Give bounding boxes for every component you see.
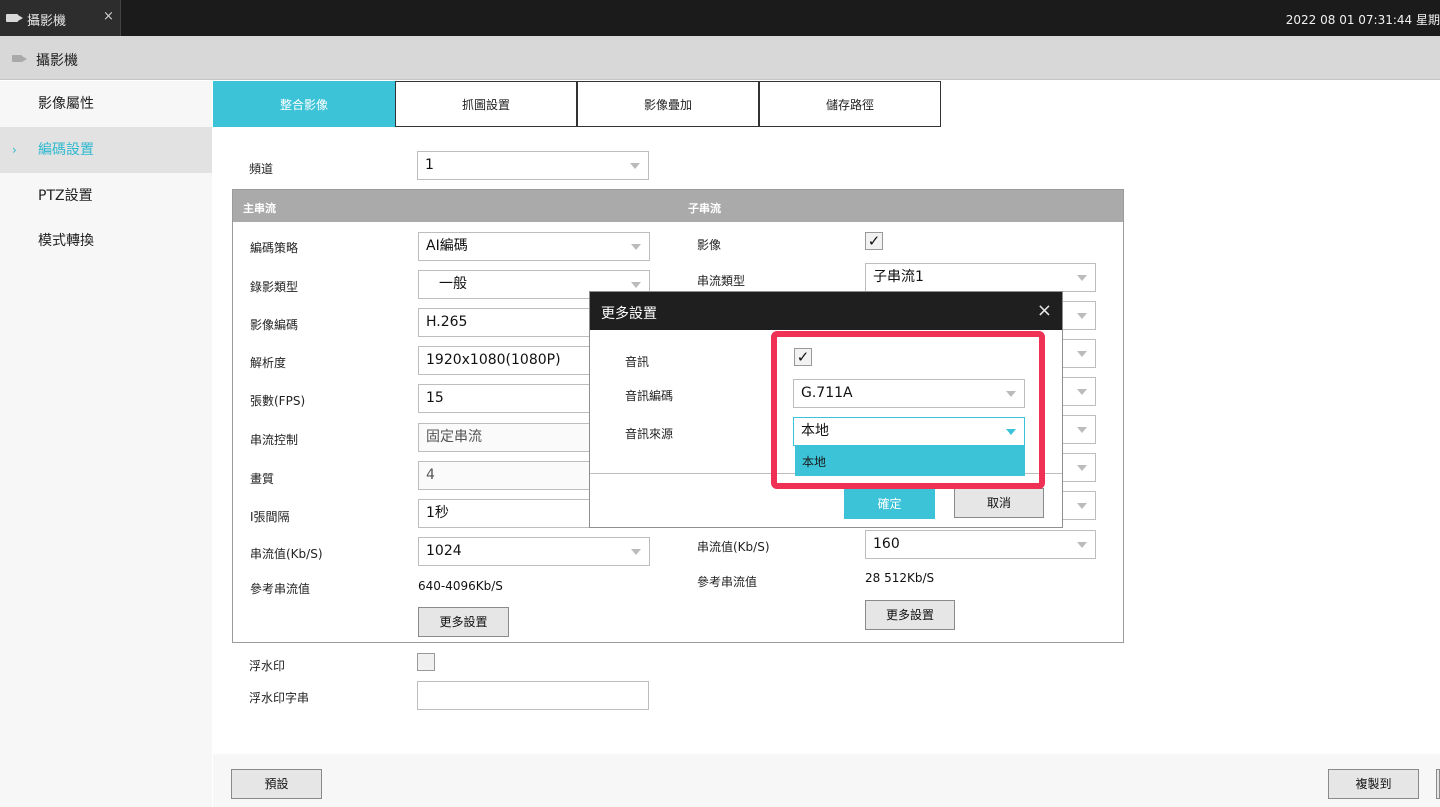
fps-value: 15 bbox=[426, 390, 444, 406]
watermark-text-input[interactable] bbox=[417, 681, 649, 710]
chevron-down-icon bbox=[1077, 542, 1087, 548]
dialog-header: 更多設置 × bbox=[590, 292, 1062, 330]
chevron-down-icon bbox=[1077, 503, 1087, 509]
camera-icon bbox=[12, 55, 27, 62]
cancel-button[interactable]: 取消 bbox=[954, 488, 1044, 518]
chevron-down-icon bbox=[631, 549, 641, 555]
tab-video-overlay[interactable]: 影像疊加 bbox=[577, 81, 759, 127]
main-stream-title: 主串流 bbox=[243, 202, 276, 215]
sub-stream-type-value: 子串流1 bbox=[873, 269, 924, 285]
watermark-checkbox[interactable] bbox=[417, 653, 435, 671]
video-encoding-label: 影像編碼 bbox=[250, 318, 299, 332]
channel-label: 頻道 bbox=[249, 162, 274, 176]
sidebar-item-mode-switch[interactable]: 模式轉換 bbox=[0, 218, 212, 264]
tab-integrated-video[interactable]: 整合影像 bbox=[213, 81, 395, 127]
encoding-strategy-label: 編碼策略 bbox=[250, 241, 299, 255]
chevron-down-icon bbox=[1077, 275, 1087, 281]
chevron-down-icon bbox=[631, 244, 641, 250]
sidebar-item-ptz-settings[interactable]: PTZ設置 bbox=[0, 173, 212, 219]
sub-bitrate-value: 160 bbox=[873, 536, 900, 552]
record-type-value: 一般 bbox=[439, 276, 467, 292]
extra-button[interactable] bbox=[1436, 769, 1440, 799]
fps-label: 張數(FPS) bbox=[250, 394, 306, 408]
audio-label: 音訊 bbox=[625, 355, 650, 369]
sidebar-item-image-properties[interactable]: 影像屬性 bbox=[0, 81, 212, 127]
bitrate-control-label: 串流控制 bbox=[250, 433, 299, 447]
window-tab[interactable]: 攝影機 × bbox=[0, 0, 121, 36]
page-title: 攝影機 bbox=[36, 53, 78, 69]
sub-ref-bitrate-value: 28 512Kb/S bbox=[865, 571, 935, 585]
bitrate-value: 1024 bbox=[426, 543, 462, 559]
chevron-down-icon bbox=[630, 163, 640, 169]
record-type-label: 錄影類型 bbox=[250, 280, 299, 294]
tab-storage-path[interactable]: 儲存路徑 bbox=[759, 81, 941, 127]
encoding-strategy-select[interactable]: AI編碼 bbox=[418, 232, 650, 261]
datetime: 2022 08 01 07:31:44 星期 bbox=[1285, 13, 1440, 27]
ok-button[interactable]: 確定 bbox=[844, 489, 935, 519]
tab-close-icon[interactable]: × bbox=[103, 9, 114, 24]
video-encoding-value: H.265 bbox=[426, 314, 468, 330]
quality-label: 畫質 bbox=[250, 472, 275, 486]
bitrate-label: 串流值(Kb/S) bbox=[250, 547, 323, 561]
iframe-interval-label: I張間隔 bbox=[250, 510, 290, 524]
highlight-box bbox=[771, 331, 1045, 489]
sub-video-label: 影像 bbox=[697, 238, 722, 252]
sub-video-checkbox[interactable]: ✓ bbox=[865, 232, 883, 250]
default-button[interactable]: 預設 bbox=[231, 769, 322, 799]
sub-bitrate-select[interactable]: 160 bbox=[865, 530, 1096, 559]
audio-source-label: 音訊來源 bbox=[625, 427, 674, 441]
watermark-text-label: 浮水印字串 bbox=[249, 691, 310, 705]
sidebar-item-label: PTZ設置 bbox=[38, 188, 93, 204]
resolution-label: 解析度 bbox=[250, 356, 287, 370]
sidebar: 影像屬性 › 編碼設置 PTZ設置 模式轉換 bbox=[0, 81, 212, 807]
chevron-down-icon bbox=[1077, 351, 1087, 357]
sub-stream-type-select[interactable]: 子串流1 bbox=[865, 263, 1096, 292]
sub-bitrate-label: 串流值(Kb/S) bbox=[697, 540, 770, 554]
camera-icon bbox=[6, 14, 23, 22]
watermark-label: 浮水印 bbox=[249, 659, 286, 673]
chevron-down-icon bbox=[631, 282, 641, 288]
channel-select[interactable]: 1 bbox=[417, 151, 649, 180]
sidebar-item-encoding-settings[interactable]: › 編碼設置 bbox=[0, 127, 212, 173]
sidebar-item-label: 模式轉換 bbox=[38, 233, 94, 249]
tab-snapshot-settings[interactable]: 抓圖設置 bbox=[395, 81, 577, 127]
chevron-down-icon bbox=[1077, 389, 1087, 395]
sub-stream-type-label: 串流類型 bbox=[697, 274, 746, 288]
ref-bitrate-label: 參考串流值 bbox=[250, 582, 311, 596]
resolution-value: 1920x1080(1080P) bbox=[426, 352, 561, 368]
bottom-bar bbox=[213, 754, 1440, 807]
chevron-right-icon: › bbox=[12, 143, 17, 157]
encoding-strategy-value: AI編碼 bbox=[426, 238, 468, 254]
copy-to-button[interactable]: 複製到 bbox=[1328, 769, 1419, 799]
tab-title: 攝影機 bbox=[27, 14, 67, 29]
iframe-interval-value: 1秒 bbox=[426, 505, 449, 521]
sub-more-settings-button[interactable]: 更多設置 bbox=[865, 600, 955, 630]
channel-value: 1 bbox=[425, 157, 434, 173]
chevron-down-icon bbox=[1077, 427, 1087, 433]
bitrate-control-value: 固定串流 bbox=[426, 429, 482, 445]
sidebar-item-label: 影像屬性 bbox=[38, 96, 94, 112]
page-header: 攝影機 bbox=[0, 36, 1440, 80]
sub-ref-bitrate-label: 參考串流值 bbox=[697, 575, 758, 589]
close-icon[interactable]: × bbox=[1037, 300, 1052, 321]
main-more-settings-button[interactable]: 更多設置 bbox=[418, 607, 509, 637]
stream-panel-header: 主串流 子串流 bbox=[233, 190, 1123, 222]
dialog-title: 更多設置 bbox=[601, 306, 657, 322]
quality-value: 4 bbox=[426, 467, 435, 483]
bitrate-select[interactable]: 1024 bbox=[418, 537, 650, 566]
ref-bitrate-value: 640-4096Kb/S bbox=[418, 579, 503, 593]
chevron-down-icon bbox=[1077, 313, 1087, 319]
chevron-down-icon bbox=[1077, 465, 1087, 471]
sidebar-item-label: 編碼設置 bbox=[38, 142, 94, 158]
title-bar bbox=[0, 0, 1440, 36]
audio-encoding-label: 音訊編碼 bbox=[625, 389, 674, 403]
sub-stream-title: 子串流 bbox=[688, 202, 721, 215]
